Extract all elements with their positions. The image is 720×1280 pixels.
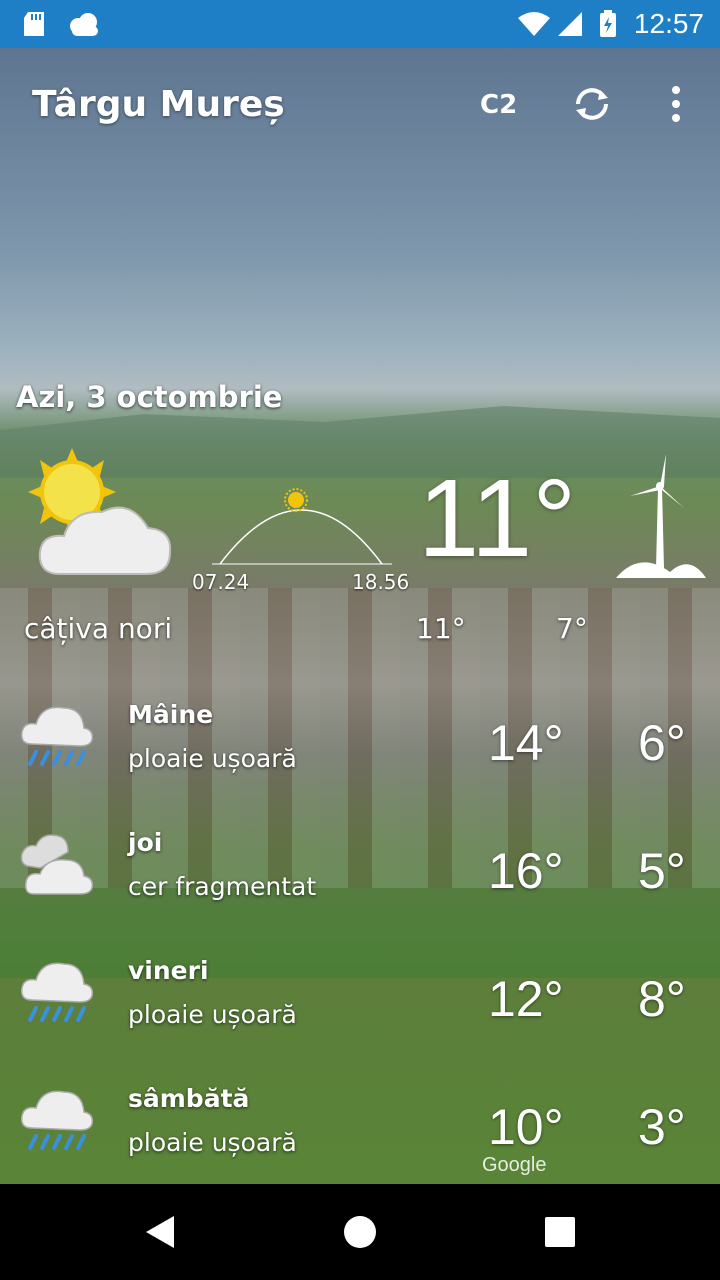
forecast-description: ploaie ușoară <box>128 744 297 773</box>
forecast-description: cer fragmentat <box>128 872 317 901</box>
battery-charging-icon <box>600 10 616 37</box>
current-condition: câțiva nori <box>24 612 173 645</box>
forecast-low: 5° <box>638 843 686 899</box>
today-low: 7° <box>556 612 588 645</box>
forecast-day: Mâine <box>128 700 214 729</box>
forecast-high: 16° <box>488 843 564 899</box>
today-date: Azi, 3 octombrie <box>16 380 283 414</box>
wind-turbine-icon <box>616 454 706 578</box>
rain-cloud-icon <box>20 706 94 766</box>
refresh-icon[interactable] <box>570 82 614 126</box>
forecast-high: 12° <box>488 971 564 1027</box>
more-options-icon[interactable] <box>664 84 688 124</box>
back-icon[interactable] <box>136 1208 184 1256</box>
forecast-high: 10° <box>488 1099 564 1155</box>
forecast-day: sâmbătă <box>128 1084 250 1113</box>
rain-cloud-icon <box>20 1090 94 1150</box>
wifi-icon <box>518 12 550 36</box>
current-temperature: 11° <box>418 457 577 580</box>
unit-toggle-button[interactable]: C2 <box>480 90 517 120</box>
forecast-day: vineri <box>128 956 209 985</box>
forecast-low: 6° <box>638 715 686 771</box>
sun-behind-cloud-icon <box>28 448 172 575</box>
sunrise-time: 07.24 <box>192 570 250 594</box>
forecast-high: 14° <box>488 715 564 771</box>
navigation-bar <box>0 1184 720 1280</box>
signal-icon <box>558 12 582 36</box>
weather-cloud-icon <box>70 13 98 36</box>
today-high: 11° <box>416 612 466 645</box>
forecast-row[interactable]: vineri ploaie ușoară 12° 8° <box>0 956 720 1084</box>
rain-cloud-icon <box>20 962 94 1022</box>
clock: 12:57 <box>633 8 704 39</box>
broken-clouds-icon <box>20 834 94 895</box>
forecast-low: 8° <box>638 971 686 1027</box>
status-bar: 12:57 <box>0 0 720 48</box>
forecast-description: ploaie ușoară <box>128 1000 297 1029</box>
home-icon[interactable] <box>336 1208 384 1256</box>
google-attribution: Google <box>482 1154 547 1176</box>
forecast-low: 3° <box>638 1099 686 1155</box>
forecast-row[interactable]: joi cer fragmentat 16° 5° <box>0 828 720 956</box>
sd-card-icon <box>24 12 44 36</box>
forecast-description: ploaie ușoară <box>128 1128 297 1157</box>
forecast-row[interactable]: sâmbătă ploaie ușoară 10° 3° <box>0 1084 720 1184</box>
recents-icon[interactable] <box>536 1208 584 1256</box>
city-title[interactable]: Târgu Mureș <box>32 84 285 125</box>
forecast-day: joi <box>128 828 163 857</box>
forecast-row[interactable]: Mâine ploaie ușoară 14° 6° <box>0 700 720 828</box>
sunset-time: 18.56 <box>352 570 410 594</box>
